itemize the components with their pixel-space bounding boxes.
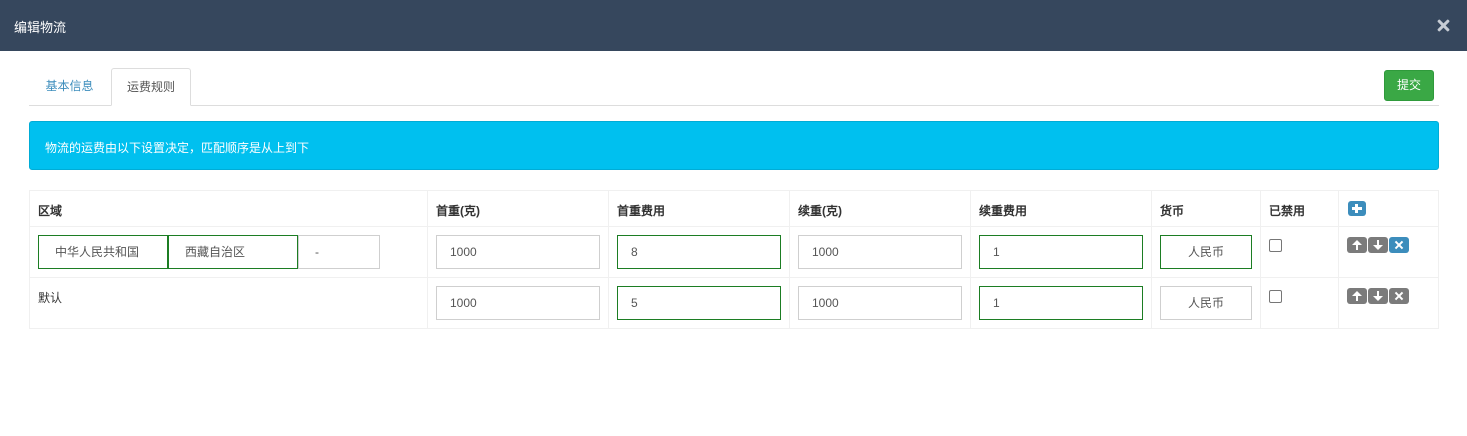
delete-icon[interactable]	[1389, 237, 1409, 253]
first-weight-input[interactable]: 1000	[436, 235, 600, 269]
header-disabled: 已禁用	[1269, 204, 1306, 218]
column-divider	[1260, 191, 1261, 328]
add-row-icon[interactable]	[1348, 201, 1366, 216]
header-region: 区域	[38, 204, 63, 218]
header-extra-weight: 续重(克)	[798, 204, 842, 218]
row-divider	[30, 277, 1438, 278]
column-divider	[1151, 191, 1152, 328]
header-first-weight: 首重(克)	[436, 204, 480, 218]
first-fee-input[interactable]: 8	[617, 235, 781, 269]
header-extra-fee: 续重费用	[979, 204, 1028, 218]
first-weight-input[interactable]: 1000	[436, 286, 600, 320]
move-down-icon[interactable]	[1368, 288, 1388, 304]
modal-title: 编辑物流	[14, 20, 67, 35]
move-up-icon[interactable]	[1347, 237, 1367, 253]
column-divider	[789, 191, 790, 328]
province-select[interactable]: 西藏自治区	[168, 235, 298, 269]
currency-select[interactable]: 人民币	[1160, 235, 1252, 269]
default-region-label: 默认	[38, 291, 63, 305]
header-first-fee: 首重费用	[617, 204, 666, 218]
header-currency: 货币	[1160, 204, 1185, 218]
tab-bar: 基本信息 运费规则	[29, 68, 1439, 106]
alert-text: 物流的运费由以下设置决定，匹配顺序是从上到下	[45, 141, 310, 155]
info-alert: 物流的运费由以下设置决定，匹配顺序是从上到下	[29, 121, 1439, 170]
modal-header: 编辑物流	[0, 0, 1467, 51]
extra-weight-input[interactable]: 1000	[798, 286, 962, 320]
column-divider	[1338, 191, 1339, 328]
extra-weight-input[interactable]: 1000	[798, 235, 962, 269]
extra-fee-input[interactable]: 1	[979, 235, 1143, 269]
submit-button[interactable]: 提交	[1384, 70, 1434, 101]
currency-select[interactable]: 人民币	[1160, 286, 1252, 320]
tab-shipping-rules[interactable]: 运费规则	[111, 68, 191, 106]
extra-fee-input[interactable]: 1	[979, 286, 1143, 320]
tab-basic-info[interactable]: 基本信息	[29, 68, 110, 106]
first-fee-input[interactable]: 5	[617, 286, 781, 320]
column-divider	[608, 191, 609, 328]
column-divider	[427, 191, 428, 328]
disabled-checkbox[interactable]	[1269, 239, 1282, 252]
row-divider	[30, 226, 1438, 227]
move-down-icon[interactable]	[1368, 237, 1388, 253]
city-select[interactable]: -	[298, 235, 380, 269]
delete-icon[interactable]	[1389, 288, 1409, 304]
close-icon[interactable]	[1437, 19, 1450, 32]
move-up-icon[interactable]	[1347, 288, 1367, 304]
disabled-checkbox[interactable]	[1269, 290, 1282, 303]
shipping-rules-table: 区域 首重(克) 首重费用 续重(克) 续重费用 货币 已禁用 中华人民共和国 …	[29, 190, 1439, 329]
column-divider	[970, 191, 971, 328]
country-select[interactable]: 中华人民共和国	[38, 235, 168, 269]
